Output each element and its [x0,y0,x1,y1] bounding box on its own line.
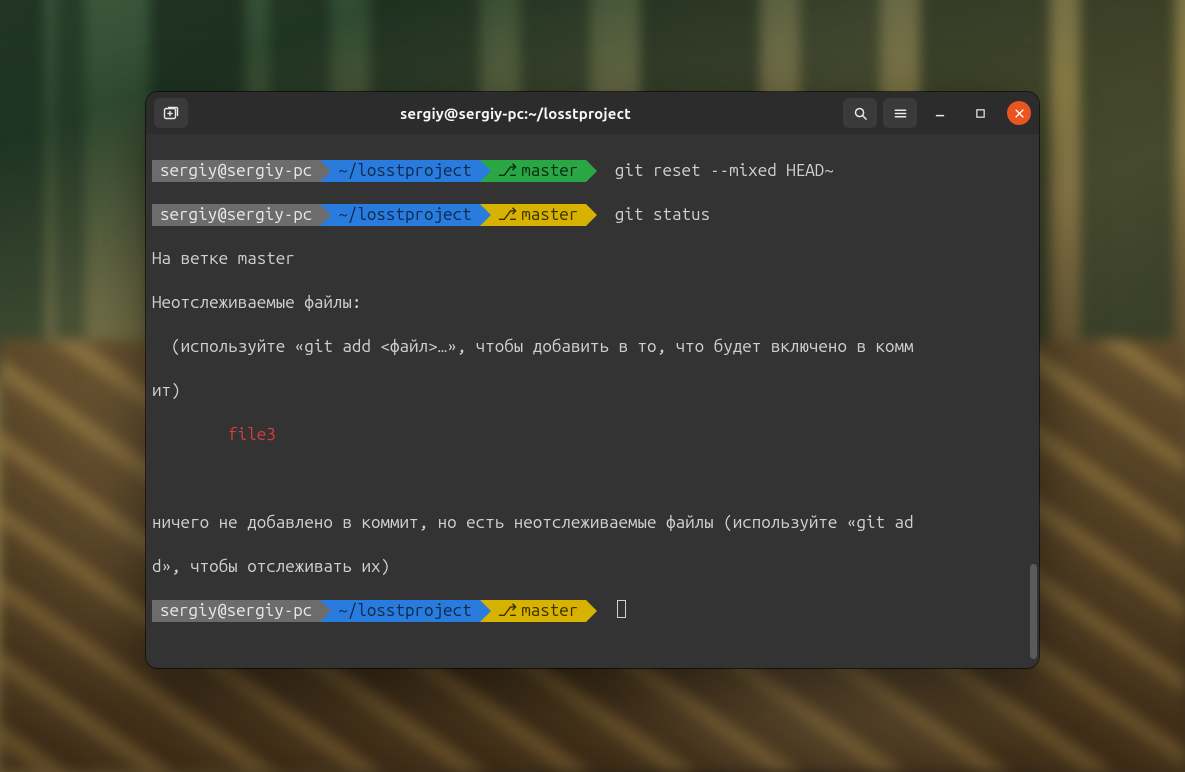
close-icon [1014,108,1025,119]
command-text: git reset --mixed HEAD~ [586,161,834,180]
search-icon [853,106,868,121]
hamburger-icon [893,106,908,121]
prompt-userhost: sergiy@sergiy-pc [152,600,320,622]
search-button[interactable] [843,98,877,128]
prompt-branch: ⎇master [480,204,587,226]
output-line: Неотслеживаемые файлы: [152,292,1031,314]
untracked-file: file3 [152,424,1031,446]
prompt-branch: ⎇master [480,600,587,622]
output-line: На ветке master [152,248,1031,270]
prompt-path: ~/losstproject [320,600,479,622]
new-tab-icon [163,105,179,121]
command-text: git status [586,205,710,224]
prompt-path: ~/losstproject [320,204,479,226]
prompt-userhost: sergiy@sergiy-pc [152,160,320,182]
cursor [617,600,626,618]
titlebar[interactable]: sergiy@sergiy-pc:~/losstproject [146,92,1039,134]
prompt-branch: ⎇master [480,160,587,182]
minimize-icon [933,106,947,120]
prompt-path: ~/losstproject [320,160,479,182]
output-line [152,468,1031,490]
terminal-viewport[interactable]: sergiy@sergiy-pc~/losstproject⎇master gi… [146,134,1039,668]
maximize-icon [974,107,987,120]
output-line: ит) [152,380,1031,402]
output-line: (используйте «git add <файл>…», чтобы до… [152,336,1031,358]
scrollbar-thumb[interactable] [1030,564,1037,659]
prompt-userhost: sergiy@sergiy-pc [152,204,320,226]
maximize-button[interactable] [963,98,997,128]
menu-button[interactable] [883,98,917,128]
minimize-button[interactable] [923,98,957,128]
window-title: sergiy@sergiy-pc:~/losstproject [194,105,837,122]
new-tab-button[interactable] [154,98,188,128]
desktop-wallpaper: sergiy@sergiy-pc:~/losstproject [0,0,1185,772]
output-line: d», чтобы отслеживать их) [152,556,1031,578]
close-button[interactable] [1007,101,1031,125]
output-line: ничего не добавлено в коммит, но есть не… [152,512,1031,534]
terminal-text[interactable]: sergiy@sergiy-pc~/losstproject⎇master gi… [146,134,1031,668]
terminal-window: sergiy@sergiy-pc:~/losstproject [146,92,1039,668]
